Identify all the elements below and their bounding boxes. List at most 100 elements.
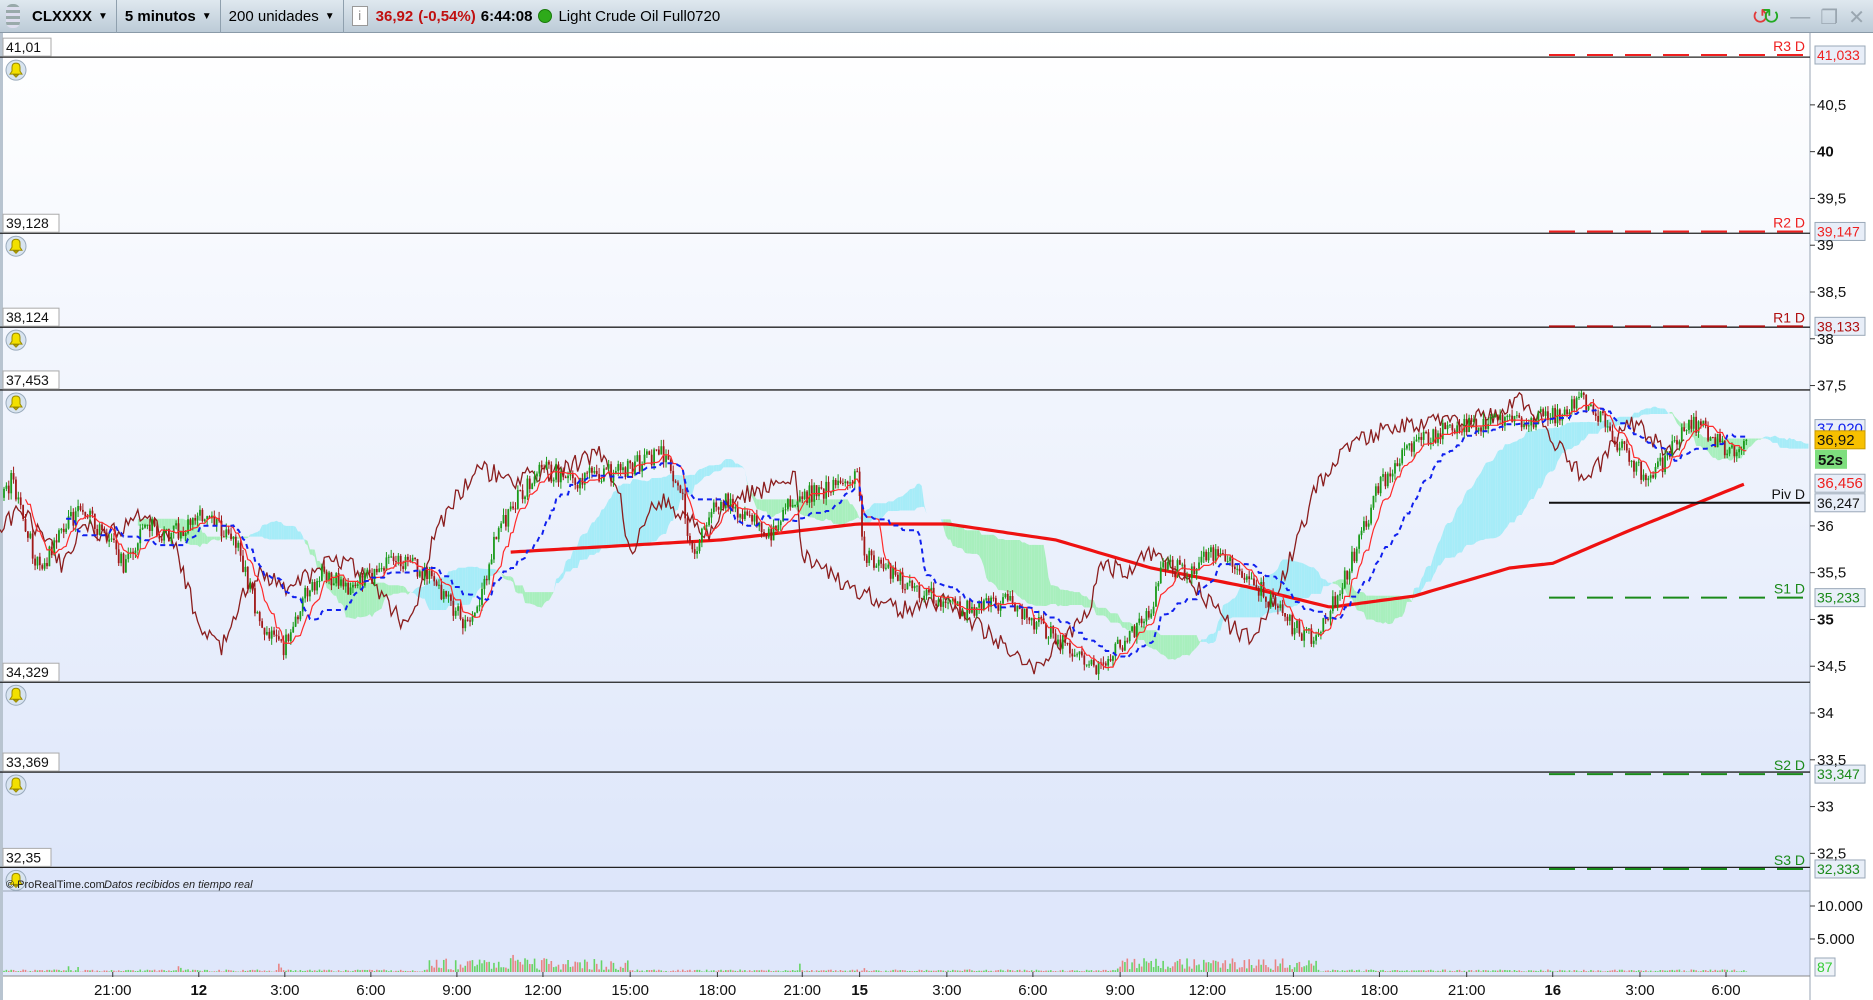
ichimoku-cloud-segment (1194, 635, 1197, 650)
candle-up (1386, 473, 1389, 487)
candle-up (249, 582, 252, 589)
candle-down (15, 479, 17, 500)
alert-bell-icon[interactable] (5, 59, 27, 81)
ichimoku-cloud-segment (1112, 613, 1116, 623)
ichimoku-cloud-segment (1210, 633, 1214, 643)
candle-down (679, 485, 682, 493)
close-icon[interactable]: ✕ (1848, 5, 1865, 30)
ichimoku-cloud-segment (979, 530, 982, 560)
candle-up (1341, 587, 1344, 594)
refresh-icon[interactable]: ↺↻ (1751, 4, 1780, 30)
ichimoku-cloud-segment (391, 585, 394, 596)
alert-bell-icon[interactable] (5, 774, 27, 796)
candle-down (177, 523, 180, 539)
candle-up (1535, 423, 1537, 428)
ichimoku-cloud-segment (1101, 607, 1104, 616)
candle-down (103, 530, 106, 533)
volume-bar (192, 969, 194, 972)
volume-bar (342, 971, 345, 972)
candle-up (1463, 418, 1466, 433)
volume-bar (1425, 970, 1427, 972)
candle-down (1080, 651, 1083, 656)
volume-bar (638, 970, 641, 972)
volume-bar (1408, 971, 1411, 972)
ichimoku-cloud-segment (948, 519, 951, 540)
ichimoku-cloud-segment (1617, 416, 1620, 426)
candle-down (512, 506, 514, 509)
volume-bar (1061, 969, 1064, 972)
volume-bar (763, 970, 765, 972)
alert-bell-icon[interactable] (5, 329, 27, 351)
units-selector[interactable]: 200 unidades ▼ (221, 0, 344, 33)
volume-bar (966, 969, 968, 972)
candle-up (199, 509, 201, 516)
volume-bar (1355, 970, 1358, 972)
candle-up (516, 490, 519, 509)
candle-down (1267, 601, 1270, 608)
candle-down (856, 471, 859, 473)
volume-bar (1157, 965, 1160, 972)
ichimoku-cloud-segment (1246, 584, 1250, 618)
candle-down (1623, 441, 1626, 444)
candle-down (452, 600, 455, 616)
minimize-icon[interactable]: — (1790, 6, 1810, 29)
volume-bar (1418, 970, 1420, 972)
candle-up (438, 584, 440, 586)
volume-bar (758, 970, 761, 972)
toolbar-grip-icon[interactable] (6, 4, 20, 28)
candle-up (1112, 656, 1114, 661)
ichimoku-cloud-segment (1447, 522, 1450, 558)
ichimoku-cloud-segment (1057, 586, 1061, 607)
volume-bar (58, 969, 60, 972)
time-tick-label: 12:00 (1189, 982, 1227, 999)
ichimoku-cloud-segment (1024, 542, 1027, 604)
volume-bar (1241, 967, 1243, 972)
candle-up (332, 583, 335, 586)
volume-bar (481, 963, 483, 972)
ichimoku-cloud-segment (1148, 630, 1152, 648)
info-icon[interactable]: i (351, 6, 368, 26)
volume-bar (1358, 969, 1360, 972)
ichimoku-cloud-segment (1244, 585, 1247, 618)
timeframe-selector[interactable]: 5 minutos ▼ (117, 0, 221, 33)
candle-up (533, 476, 536, 484)
price-chart[interactable]: 41,0139,12838,12437,45334,32933,36932,35… (0, 0, 1873, 1000)
candle-down (519, 490, 522, 492)
candle-up (1659, 457, 1662, 462)
restore-icon[interactable]: ❐ (1820, 5, 1838, 30)
volume-bar (815, 970, 818, 972)
candle-up (1513, 416, 1516, 422)
candle-up (151, 519, 154, 531)
ichimoku-cloud-segment (634, 479, 638, 546)
alert-bell-icon[interactable] (5, 392, 27, 414)
volume-bar (538, 969, 541, 972)
ichimoku-cloud-segment (709, 465, 712, 476)
ichimoku-cloud-segment (393, 585, 396, 594)
ichimoku-cloud-segment (644, 480, 647, 546)
alert-bell-icon[interactable] (5, 684, 27, 706)
copyright-text[interactable]: © ProRealTime.com (6, 879, 105, 891)
candle-down (918, 585, 921, 598)
volume-bar (48, 969, 51, 972)
candle-up (1406, 445, 1408, 449)
candle-up (3, 488, 5, 498)
volume-bar (1387, 971, 1389, 972)
volume-bar (1712, 971, 1714, 972)
candle-down (234, 536, 237, 548)
volume-bar (1604, 971, 1607, 972)
volume-bar (1635, 971, 1638, 972)
volume-bar (139, 969, 142, 972)
volume-bar (1289, 965, 1291, 972)
candle-up (404, 556, 407, 569)
candle-down (1011, 596, 1014, 604)
candle-up (1360, 530, 1363, 536)
ichimoku-cloud-segment (594, 517, 597, 555)
candle-down (827, 481, 830, 492)
symbol-selector[interactable]: CLXXXX ▼ (24, 0, 117, 33)
volume-bar (1222, 963, 1224, 972)
volume-bar (679, 971, 682, 972)
volume-bar (1236, 969, 1239, 972)
ichimoku-cloud-segment (1146, 630, 1149, 648)
ichimoku-cloud-segment (159, 518, 162, 529)
alert-bell-icon[interactable] (5, 235, 27, 257)
